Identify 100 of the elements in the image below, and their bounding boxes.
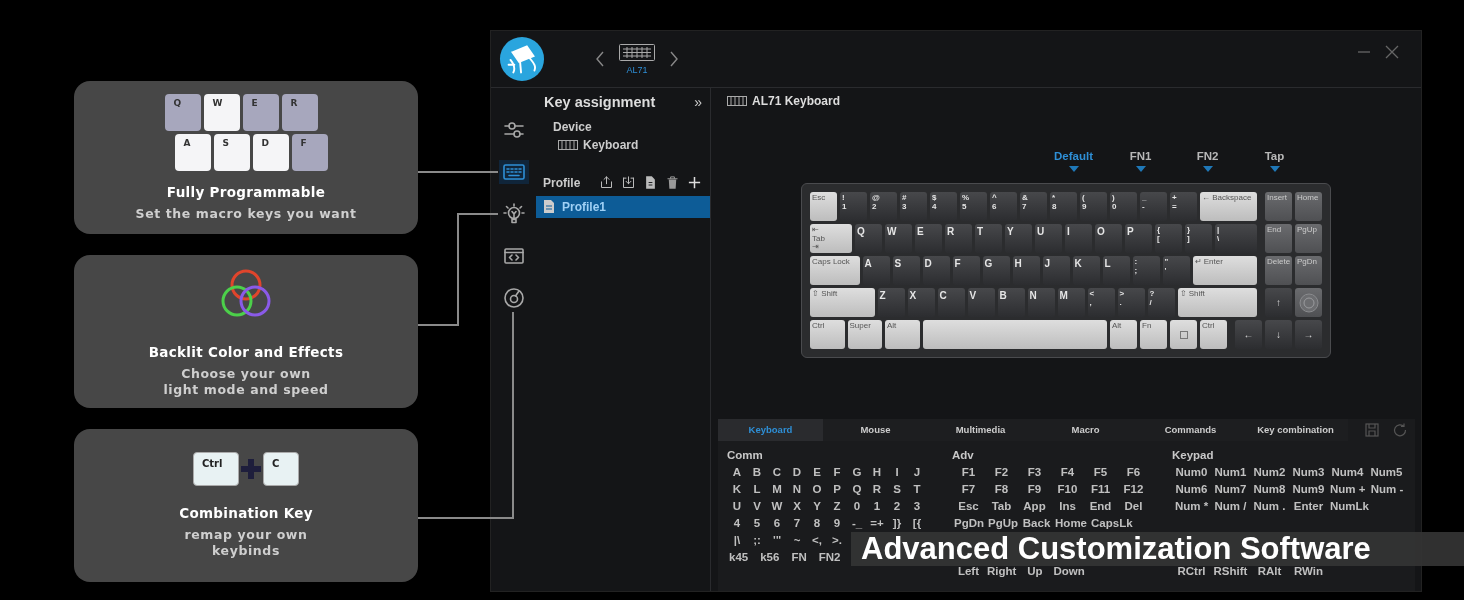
next-device-button[interactable]	[669, 51, 679, 67]
keycap[interactable]: O	[1095, 224, 1122, 254]
keycap[interactable]: ( 9	[1080, 192, 1107, 222]
keycap[interactable]: V	[967, 288, 995, 318]
key-option[interactable]: Y	[807, 498, 827, 515]
key-option[interactable]: 0	[847, 498, 867, 515]
key-option[interactable]: k56	[758, 549, 782, 566]
key-option[interactable]: F3	[1018, 464, 1051, 481]
keycap[interactable]: ^ 6	[990, 192, 1017, 222]
keycap[interactable]: Ctrl	[1200, 320, 1227, 350]
keycap[interactable]: Esc	[810, 192, 837, 222]
keycap[interactable]: Q	[855, 224, 882, 254]
key-option[interactable]: M	[767, 481, 787, 498]
keycap[interactable]: PgDn	[1295, 256, 1322, 286]
key-option[interactable]: RAlt	[1250, 563, 1289, 580]
keycap[interactable]: : ;	[1132, 256, 1160, 286]
keycap[interactable]: Y	[1005, 224, 1032, 254]
key-option[interactable]: Num /	[1211, 498, 1250, 515]
key-option[interactable]: P	[827, 481, 847, 498]
key-option[interactable]: 1	[867, 498, 887, 515]
collapse-button[interactable]: »	[690, 92, 706, 114]
download-button[interactable]	[621, 175, 636, 191]
keycap[interactable]	[1170, 320, 1197, 350]
keycap[interactable]: _ -	[1140, 192, 1167, 222]
key-option[interactable]: App	[1018, 498, 1051, 515]
key-option[interactable]: Num .	[1250, 498, 1289, 515]
key-option[interactable]: Back	[1020, 515, 1054, 532]
key-option[interactable]: F	[827, 464, 847, 481]
key-option[interactable]: -_	[847, 515, 867, 532]
keycap[interactable]: > .	[1117, 288, 1145, 318]
key-option[interactable]: 3	[907, 498, 927, 515]
key-option[interactable]: Right	[985, 563, 1019, 580]
key-option[interactable]: Num4	[1328, 464, 1367, 481]
keycap[interactable]: Insert	[1265, 192, 1292, 222]
key-option[interactable]: Z	[827, 498, 847, 515]
palette-tab[interactable]: Keyboard	[718, 419, 823, 441]
key-option[interactable]: H	[867, 464, 887, 481]
key-option[interactable]: Home	[1053, 515, 1089, 532]
key-option[interactable]: L	[747, 481, 767, 498]
key-option[interactable]: F11	[1084, 481, 1117, 498]
key-option[interactable]: Num -	[1367, 481, 1407, 498]
keycap[interactable]: % 5	[960, 192, 987, 222]
key-option[interactable]: 5	[747, 515, 767, 532]
key-option[interactable]: N	[787, 481, 807, 498]
sidebar-item[interactable]	[498, 160, 529, 184]
keycap[interactable]: ↑	[1265, 288, 1292, 318]
profile-item[interactable]: Profile1	[536, 195, 710, 218]
key-option[interactable]: S	[887, 481, 907, 498]
keycap[interactable]: Super	[847, 320, 882, 350]
key-option[interactable]: Num6	[1172, 481, 1211, 498]
keycap[interactable]: M	[1057, 288, 1085, 318]
key-option[interactable]: F10	[1051, 481, 1084, 498]
keycap[interactable]: H	[1012, 256, 1040, 286]
key-option[interactable]: Num3	[1289, 464, 1328, 481]
key-option[interactable]: Num2	[1250, 464, 1289, 481]
key-option[interactable]: F9	[1018, 481, 1051, 498]
key-option[interactable]: Del	[1117, 498, 1150, 515]
keycap[interactable]: W	[885, 224, 912, 254]
key-option[interactable]: F4	[1051, 464, 1084, 481]
keycap[interactable]: B	[997, 288, 1025, 318]
key-option[interactable]: 2	[887, 498, 907, 515]
keycap[interactable]: ←	[1235, 320, 1262, 350]
key-option[interactable]: G	[847, 464, 867, 481]
keycap[interactable]: R	[945, 224, 972, 254]
key-option[interactable]: Tab	[985, 498, 1018, 515]
keycap[interactable]: K	[1072, 256, 1100, 286]
key-option[interactable]: F1	[952, 464, 985, 481]
keycap[interactable]: $ 4	[930, 192, 957, 222]
keycap[interactable]: C	[937, 288, 965, 318]
key-option[interactable]: Up	[1018, 563, 1052, 580]
key-option[interactable]: Num8	[1250, 481, 1289, 498]
layer-tab[interactable]: Default	[1040, 148, 1107, 173]
keycap[interactable]: # 3	[900, 192, 927, 222]
key-option[interactable]: J	[907, 464, 927, 481]
keycap[interactable]: | \	[1215, 224, 1257, 254]
key-option[interactable]: '"	[767, 532, 787, 549]
key-option[interactable]: Num *	[1172, 498, 1211, 515]
key-option[interactable]: F12	[1117, 481, 1150, 498]
keycap[interactable]: Caps Lock	[810, 256, 860, 286]
keycap[interactable]: T	[975, 224, 1002, 254]
key-option[interactable]: FN2	[816, 549, 843, 566]
key-option[interactable]: RShift	[1211, 563, 1250, 580]
keycap[interactable]: ) 0	[1110, 192, 1137, 222]
key-option[interactable]: Num9	[1289, 481, 1328, 498]
keycap[interactable]: Alt	[1110, 320, 1137, 350]
key-option[interactable]: Num5	[1367, 464, 1406, 481]
key-option[interactable]: F8	[985, 481, 1018, 498]
key-option[interactable]: F7	[952, 481, 985, 498]
key-option[interactable]: >.	[827, 532, 847, 549]
key-option[interactable]: V	[747, 498, 767, 515]
key-option[interactable]: F2	[985, 464, 1018, 481]
keycap[interactable]: & 7	[1020, 192, 1047, 222]
keycap[interactable]: J	[1042, 256, 1070, 286]
keycap[interactable]: ⇧ Shift	[1177, 288, 1257, 318]
keycap[interactable]: X	[907, 288, 935, 318]
key-option[interactable]: PgUp	[986, 515, 1021, 532]
previous-device-button[interactable]	[595, 51, 605, 67]
key-option[interactable]: End	[1084, 498, 1117, 515]
key-option[interactable]: 7	[787, 515, 807, 532]
layer-tab[interactable]: FN2	[1174, 148, 1241, 173]
